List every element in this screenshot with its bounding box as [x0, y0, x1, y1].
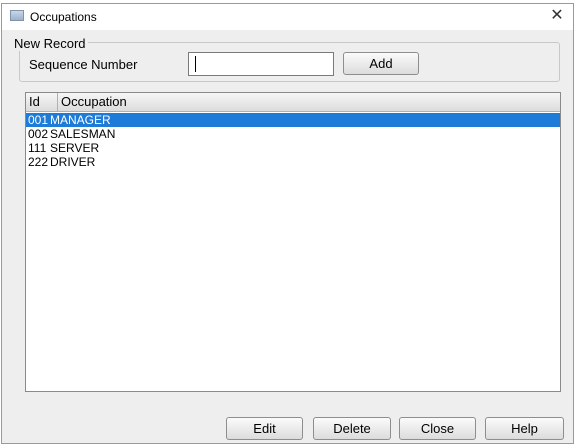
list-item[interactable]: 002 SALESMAN	[26, 127, 560, 141]
list-rows: 001 MANAGER 002 SALESMAN 111 SERVER 222 …	[26, 113, 560, 169]
item-id: 001	[28, 113, 49, 127]
help-button[interactable]: Help	[485, 417, 564, 440]
item-occupation: DRIVER	[50, 155, 96, 169]
item-occupation: SALESMAN	[50, 127, 116, 141]
delete-button[interactable]: Delete	[313, 417, 391, 440]
item-id: 002	[28, 127, 49, 141]
new-record-legend: New Record	[12, 36, 88, 51]
list-item[interactable]: 111 SERVER	[26, 141, 560, 155]
occupations-list[interactable]: Id Occupation 001 MANAGER 002 SALESMAN 1…	[25, 92, 561, 392]
title-bar: Occupations ✕	[2, 4, 573, 30]
column-header-occupation[interactable]: Occupation	[58, 93, 560, 111]
sequence-number-input[interactable]	[188, 52, 334, 76]
window-icon	[10, 10, 24, 21]
item-id: 222	[28, 155, 49, 169]
column-header-id[interactable]: Id	[26, 93, 58, 111]
text-caret	[195, 56, 196, 72]
close-window-button[interactable]: ✕	[547, 6, 567, 26]
close-button[interactable]: Close	[399, 417, 476, 440]
item-occupation: SERVER	[50, 141, 100, 155]
list-item[interactable]: 222 DRIVER	[26, 155, 560, 169]
window-title: Occupations	[30, 10, 97, 24]
edit-button[interactable]: Edit	[226, 417, 303, 440]
sequence-number-label: Sequence Number	[29, 57, 138, 72]
list-header: Id Occupation	[26, 93, 560, 112]
list-item[interactable]: 001 MANAGER	[26, 113, 560, 127]
occupations-dialog: Occupations ✕ New Record Sequence Number…	[1, 3, 574, 444]
item-occupation: MANAGER	[50, 113, 111, 127]
item-id: 111	[28, 141, 47, 155]
add-button[interactable]: Add	[343, 52, 419, 75]
